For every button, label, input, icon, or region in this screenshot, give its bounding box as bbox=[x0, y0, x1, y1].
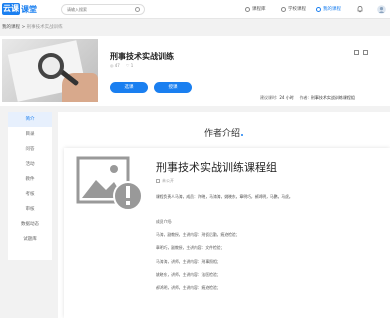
author-name: 刑事技术实战训练课程组 bbox=[156, 161, 277, 174]
hours-label: 建议课时: bbox=[260, 95, 278, 100]
nav-my-courses[interactable]: 我的课程 bbox=[316, 6, 341, 12]
teach-button[interactable]: 授课 bbox=[154, 82, 192, 93]
author-intro: 课程负责人马涛，成员：许晓，马涛涛，姚晓东，章明巧，郝鸿明，马鹏，马虎。 bbox=[156, 194, 293, 199]
course-stats: ◎ 47 ♡ 1 bbox=[110, 63, 133, 68]
logo-badge: 云课 bbox=[2, 3, 20, 15]
section-title-text: 作者介绍 bbox=[204, 129, 241, 139]
view-count: ◎ 47 bbox=[110, 63, 120, 68]
members-list: 成员介绍: 马涛，副教授，主讲内容：刑侦后勤，痕迹检验； 章明巧，副教授，主讲内… bbox=[156, 215, 240, 294]
nav-label: 课程库 bbox=[252, 7, 266, 12]
member-item: 郝鸿明，讲师，主讲内容：痕迹检验； bbox=[156, 285, 221, 291]
logo-text: 课堂 bbox=[21, 4, 37, 14]
section-title: 作者介绍 bbox=[204, 126, 244, 139]
sidebar-item-review[interactable]: 审核 bbox=[8, 202, 52, 217]
course-cover-image bbox=[2, 39, 98, 102]
main-content: 作者介绍 刑事技术实战训练课程组 未公开 课程负责人马涛，成员：许晓，马涛涛，姚… bbox=[58, 112, 390, 318]
image-placeholder-icon bbox=[76, 156, 143, 211]
title-dot bbox=[241, 134, 244, 136]
course-title: 刑事技术实战训练 bbox=[110, 52, 174, 61]
breadcrumb-current: 刑事技术实战训练 bbox=[26, 25, 63, 30]
search-icon[interactable] bbox=[135, 7, 140, 12]
course-sidebar: 简介 目录 问答 活动 教件 考核 审核 数据动态 试题库 bbox=[8, 112, 52, 260]
nav-school-courses[interactable]: 学校课程 bbox=[281, 6, 306, 12]
favorite-icon[interactable] bbox=[363, 50, 368, 55]
location-text: 未公开 bbox=[162, 178, 174, 183]
author-label: 作者: bbox=[299, 95, 309, 100]
sidebar-item-exam[interactable]: 考核 bbox=[8, 187, 52, 202]
avatar[interactable] bbox=[377, 5, 386, 14]
member-item: 马涛，副教授，主讲内容：刑侦后勤，痕迹检验； bbox=[156, 232, 240, 238]
sidebar-item-materials[interactable]: 教件 bbox=[8, 172, 52, 187]
course-meta: 建议课时: 24 小时 作者: 刑事技术实战训练课程组 bbox=[260, 95, 357, 101]
member-item: 姚晓东，讲师，主讲内容：法医检验； bbox=[156, 271, 221, 277]
author-card: 刑事技术实战训练课程组 未公开 课程负责人马涛，成员：许晓，马涛涛，姚晓东，章明… bbox=[64, 148, 390, 318]
bell-icon[interactable] bbox=[356, 5, 364, 13]
member-item: 章明巧，副教授，主讲内容：文件检验； bbox=[156, 245, 225, 251]
share-icon[interactable] bbox=[354, 50, 359, 55]
school-icon bbox=[281, 6, 286, 12]
breadcrumb-parent[interactable]: 我的课程 bbox=[2, 25, 20, 30]
sidebar-item-question-bank[interactable]: 试题库 bbox=[8, 232, 52, 247]
members-title: 成员介绍: bbox=[156, 219, 173, 224]
header-actions bbox=[354, 50, 368, 55]
like-count: ♡ 1 bbox=[125, 63, 134, 68]
enroll-button[interactable]: 选课 bbox=[110, 82, 148, 93]
hours-value: 24 小时 bbox=[279, 95, 294, 100]
author-location: 未公开 bbox=[156, 178, 174, 184]
search-input[interactable] bbox=[67, 5, 137, 14]
nav-label: 学校课程 bbox=[288, 7, 306, 12]
logo[interactable]: 云课 课堂 bbox=[2, 3, 37, 15]
my-courses-icon bbox=[316, 6, 321, 12]
nav-label: 我的课程 bbox=[323, 7, 341, 12]
breadcrumb-separator: > bbox=[21, 25, 26, 30]
location-icon bbox=[156, 179, 160, 183]
sidebar-item-intro[interactable]: 简介 bbox=[8, 112, 52, 127]
sidebar-item-qa[interactable]: 问答 bbox=[8, 142, 52, 157]
search-box bbox=[61, 4, 145, 15]
sidebar-item-catalog[interactable]: 目录 bbox=[8, 127, 52, 142]
library-icon bbox=[245, 6, 250, 12]
sidebar-item-data[interactable]: 数据动态 bbox=[8, 217, 52, 232]
author-value: 刑事技术实战训练课程组 bbox=[310, 95, 355, 100]
breadcrumb: 我的课程 > 刑事技术实战训练 bbox=[2, 24, 63, 30]
member-item: 马涛涛，讲师，主讲内容：刑事照相； bbox=[156, 258, 221, 264]
nav-course-library[interactable]: 课程库 bbox=[245, 6, 266, 12]
sidebar-item-activity[interactable]: 活动 bbox=[8, 157, 52, 172]
course-header: 刑事技术实战训练 ◎ 47 ♡ 1 选课 授课 建议课时: 24 小时 作者: 刑事… bbox=[0, 36, 390, 106]
top-bar: 云课 课堂 课程库 学校课程 我的课程 bbox=[0, 0, 390, 19]
